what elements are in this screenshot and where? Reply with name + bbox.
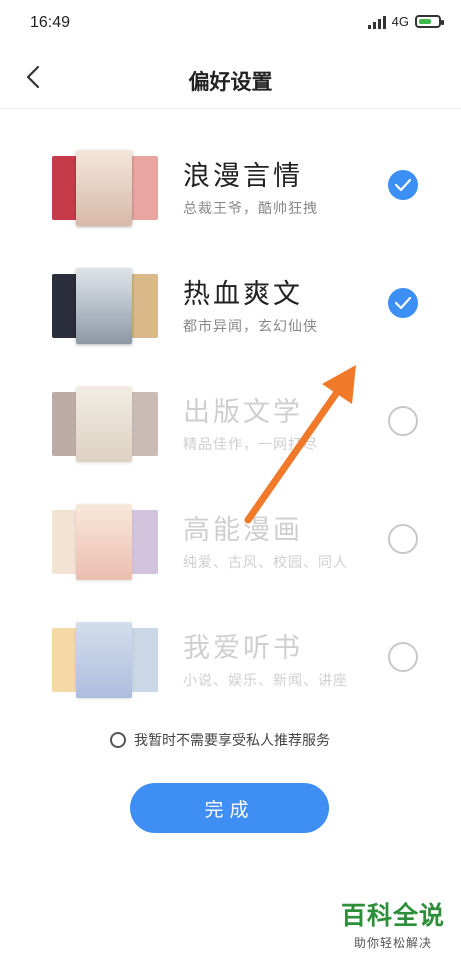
- category-checkbox[interactable]: [388, 642, 418, 672]
- status-indicators: 4G: [367, 14, 444, 29]
- book-cover: [128, 628, 158, 692]
- category-name: 高能漫画: [183, 515, 303, 546]
- preference-settings-screen: 16:49 4G 偏好设置 浪漫言情 总裁王爷，酷帅狂拽 热血爽文 都市异闻，玄…: [0, 0, 461, 960]
- battery-level: [419, 19, 431, 24]
- checkmark-icon: [394, 178, 412, 192]
- header: 偏好设置: [0, 50, 461, 109]
- category-checkbox[interactable]: [388, 288, 418, 318]
- category-row-romance[interactable]: 浪漫言情 总裁王爷，酷帅狂拽: [0, 140, 461, 240]
- status-bar: 16:49 4G: [0, 0, 461, 50]
- signal-icon: [367, 15, 386, 29]
- optout-option[interactable]: 我暂时不需要享受私人推荐服务: [110, 730, 330, 750]
- category-desc: 小说、娱乐、新闻、讲座: [183, 673, 348, 689]
- category-row-comics[interactable]: 高能漫画 纯爱、古风、校园、同人: [0, 494, 461, 594]
- category-covers: [52, 504, 158, 580]
- optout-label: 我暂时不需要享受私人推荐服务: [134, 733, 330, 749]
- book-cover: [76, 504, 132, 580]
- category-row-audiobooks[interactable]: 我爱听书 小说、娱乐、新闻、讲座: [0, 612, 461, 712]
- page-title: 偏好设置: [188, 70, 273, 94]
- category-name: 我爱听书: [183, 633, 303, 664]
- book-cover: [76, 622, 132, 698]
- book-cover: [128, 274, 158, 338]
- category-desc: 纯爱、古风、校园、同人: [183, 555, 348, 571]
- category-covers: [52, 268, 158, 344]
- book-cover: [76, 386, 132, 462]
- category-checkbox[interactable]: [388, 406, 418, 436]
- category-row-action[interactable]: 热血爽文 都市异闻，玄幻仙侠: [0, 258, 461, 358]
- done-button[interactable]: 完成: [130, 783, 329, 833]
- category-covers: [52, 622, 158, 698]
- category-desc: 都市异闻，玄幻仙侠: [183, 319, 318, 335]
- book-cover: [128, 510, 158, 574]
- category-name: 浪漫言情: [183, 161, 303, 192]
- category-name: 出版文学: [183, 397, 303, 428]
- watermark: 百科全说 助你轻松解决: [334, 896, 452, 951]
- checkmark-icon: [394, 296, 412, 310]
- book-cover: [128, 392, 158, 456]
- category-checkbox[interactable]: [388, 524, 418, 554]
- category-name: 热血爽文: [183, 279, 303, 310]
- category-covers: [52, 150, 158, 226]
- watermark-title: 百科全说: [340, 901, 445, 930]
- category-checkbox[interactable]: [388, 170, 418, 200]
- book-cover: [128, 156, 158, 220]
- network-type: 4G: [391, 14, 409, 29]
- category-desc: 精品佳作，一网打尽: [183, 437, 318, 453]
- category-row-publishing[interactable]: 出版文学 精品佳作，一网打尽: [0, 376, 461, 476]
- book-cover: [76, 268, 132, 344]
- optout-radio[interactable]: [110, 732, 126, 748]
- battery-icon: [415, 15, 444, 28]
- book-cover: [76, 150, 132, 226]
- category-covers: [52, 386, 158, 462]
- status-time: 16:49: [30, 14, 71, 31]
- watermark-subtitle: 助你轻松解决: [353, 936, 432, 950]
- category-desc: 总裁王爷，酷帅狂拽: [183, 201, 318, 217]
